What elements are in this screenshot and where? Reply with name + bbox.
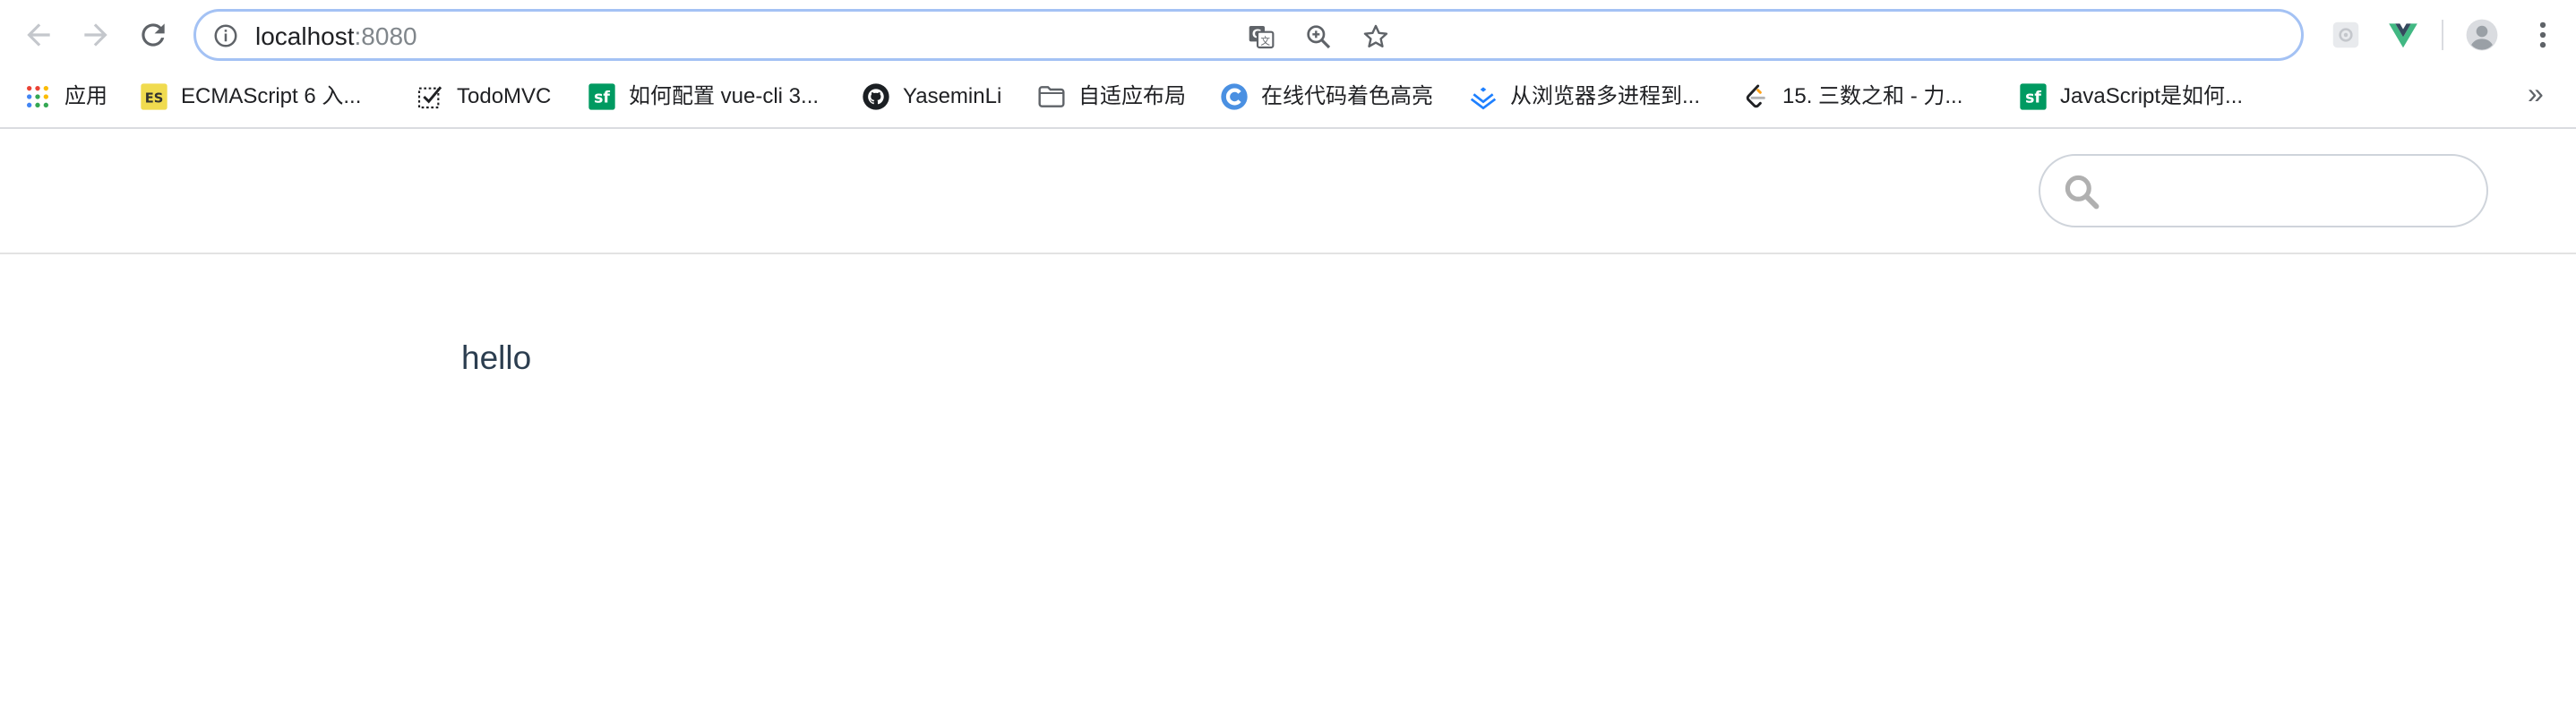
bookmark-label: 如何配置 vue-cli 3... (629, 84, 820, 108)
bookmark-code-highlight[interactable]: 在线代码着色高亮 (1220, 77, 1433, 116)
menu-icon (2539, 21, 2546, 48)
extension-button[interactable] (2327, 16, 2365, 54)
search-input[interactable] (2039, 154, 2488, 227)
bookmark-leetcode[interactable]: 15. 三数之和 - 力... (1741, 77, 1962, 116)
bookmark-label: 应用 (64, 84, 107, 108)
bookmark-label: 从浏览器多进程到... (1510, 84, 1701, 108)
folder-icon (1037, 82, 1066, 111)
forward-button[interactable] (70, 11, 122, 59)
bookmark-label: 自适应布局 (1078, 84, 1186, 108)
svg-text:文: 文 (1260, 36, 1270, 47)
svg-text:sf: sf (2025, 90, 2041, 107)
bookmark-label: 在线代码着色高亮 (1261, 84, 1433, 108)
vue-devtools-button[interactable] (2384, 16, 2422, 54)
zoom-icon (1307, 25, 1331, 49)
browser-toolbar: localhost:8080 G文 (0, 0, 2576, 70)
bookmark-label: TodoMVC (457, 84, 552, 108)
search-icon (2065, 175, 2099, 210)
leetcode-icon (1741, 82, 1770, 111)
bookmarks-bar: 应用 ES ECMAScript 6 入... TodoMVC sf 如何配置 … (0, 70, 2576, 129)
profile-icon (2466, 19, 2498, 51)
site-header (0, 129, 2576, 254)
svg-text:sf: sf (594, 90, 610, 107)
content-text: hello (461, 339, 532, 376)
bookmark-star-button[interactable] (1361, 21, 1391, 52)
extension-icon (2332, 21, 2359, 48)
back-button[interactable] (13, 11, 64, 59)
info-icon[interactable] (212, 22, 239, 49)
url-host: localhost (255, 22, 355, 50)
juejin-icon (1469, 82, 1498, 111)
bookmark-folder-layout[interactable]: 自适应布局 (1037, 77, 1186, 116)
es-icon: ES (140, 82, 168, 111)
bookmark-apps[interactable]: 应用 (23, 77, 107, 116)
browser-menu-button[interactable] (2524, 16, 2562, 54)
toolbar-divider (2442, 20, 2443, 50)
address-bar[interactable]: localhost:8080 G文 (193, 9, 2304, 61)
sf-icon: sf (588, 82, 616, 111)
svg-text:ES: ES (145, 91, 164, 107)
vue-devtools-icon (2389, 23, 2417, 48)
sf-icon: sf (2019, 82, 2048, 111)
bookmark-yaseminli[interactable]: YaseminLi (862, 77, 1001, 116)
c-logo-icon (1220, 82, 1249, 111)
bookmark-todomvc[interactable]: TodoMVC (416, 77, 551, 116)
reload-icon (142, 23, 165, 47)
bookmark-browser-process[interactable]: 从浏览器多进程到... (1469, 77, 1700, 116)
translate-button[interactable]: G文 (1246, 21, 1276, 52)
back-arrow-icon (27, 23, 50, 47)
bookmark-label: 15. 三数之和 - 力... (1782, 84, 1963, 108)
zoom-button[interactable] (1303, 21, 1334, 52)
reload-button[interactable] (127, 11, 179, 59)
bookmark-vue-cli[interactable]: sf 如何配置 vue-cli 3... (588, 77, 819, 116)
apps-grid-icon (23, 82, 52, 111)
github-icon (862, 82, 890, 111)
todomvc-icon (416, 82, 444, 111)
bookmarks-overflow-button[interactable]: » (2528, 75, 2544, 111)
url-port: :8080 (354, 22, 417, 50)
translate-icon: G文 (1249, 26, 1275, 49)
url-text[interactable]: localhost:8080 (255, 22, 417, 51)
bookmark-label: YaseminLi (903, 84, 1002, 108)
bookmark-label: JavaScript是如何... (2060, 84, 2244, 108)
bookmark-label: ECMAScript 6 入... (181, 84, 362, 108)
bookmark-ecmascript[interactable]: ES ECMAScript 6 入... (140, 77, 361, 116)
bookmark-javascript[interactable]: sf JavaScript是如何... (2019, 77, 2243, 116)
star-icon (1363, 24, 1388, 47)
profile-button[interactable] (2463, 16, 2501, 54)
forward-arrow-icon (84, 23, 107, 47)
